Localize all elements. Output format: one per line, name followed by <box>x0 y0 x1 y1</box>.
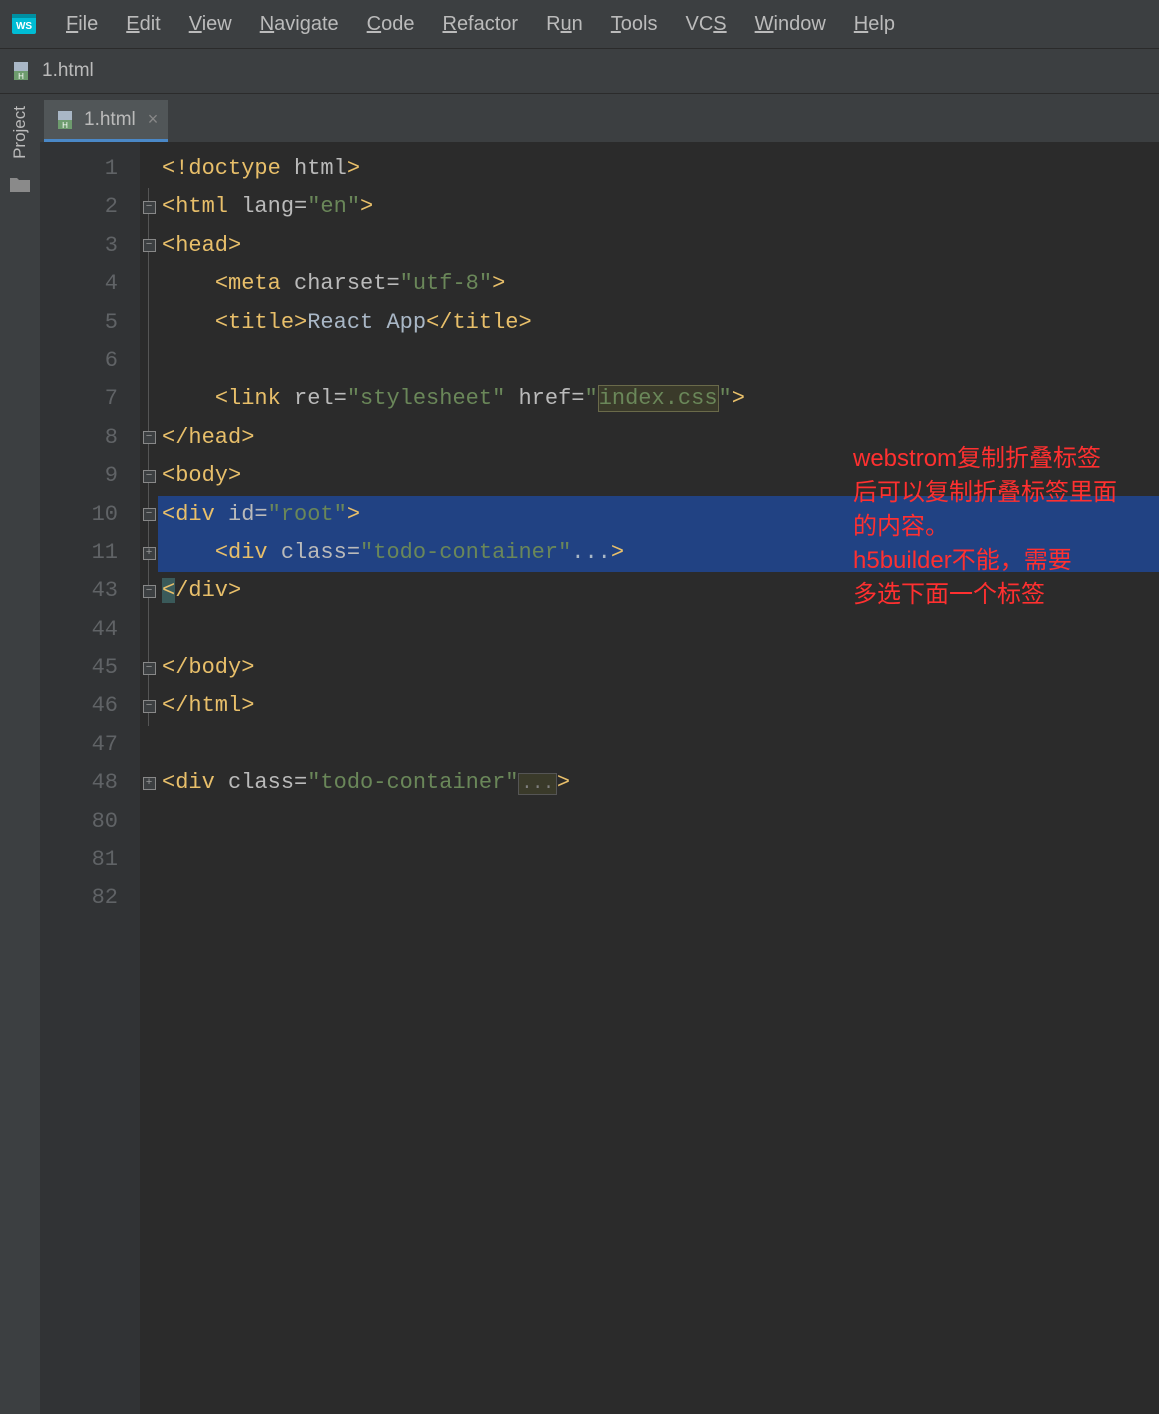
menu-tools[interactable]: Tools <box>597 0 672 48</box>
html-file-icon: H <box>10 59 34 83</box>
fold-marker-collapsed[interactable]: + <box>143 777 156 790</box>
fold-marker[interactable]: − <box>143 201 156 214</box>
menu-edit[interactable]: Edit <box>112 0 174 48</box>
fold-marker[interactable]: − <box>143 585 156 598</box>
fold-column: − − − − − + − − − + <box>140 142 158 1414</box>
tab-1-html[interactable]: H 1.html × <box>44 100 168 142</box>
fold-marker[interactable]: − <box>143 239 156 252</box>
menu-refactor[interactable]: Refactor <box>428 0 532 48</box>
menu-help[interactable]: Help <box>840 0 909 48</box>
menu-window[interactable]: Window <box>741 0 840 48</box>
svg-text:H: H <box>62 121 68 130</box>
editor-area: H 1.html × 1 2 3 4 5 6 7 8 9 10 11 43 4 <box>40 94 1159 1414</box>
menubar: WS File Edit View Navigate Code Refactor… <box>0 0 1159 48</box>
svg-text:H: H <box>18 72 24 81</box>
gutter: 1 2 3 4 5 6 7 8 9 10 11 43 44 45 46 47 4… <box>40 142 140 1414</box>
breadcrumb: H 1.html <box>0 48 1159 94</box>
fold-ellipsis[interactable]: ... <box>518 773 556 795</box>
svg-text:WS: WS <box>16 21 32 32</box>
html-file-icon: H <box>54 108 78 132</box>
selected-line: <div class="todo-container"...> <box>158 534 1159 572</box>
fold-marker-collapsed[interactable]: + <box>143 547 156 560</box>
menu-code[interactable]: Code <box>353 0 429 48</box>
breadcrumb-file[interactable]: 1.html <box>42 60 94 82</box>
fold-marker[interactable]: − <box>143 470 156 483</box>
code-content[interactable]: <!doctype html> <html lang="en"> <head> … <box>158 142 1159 1414</box>
fold-marker[interactable]: − <box>143 508 156 521</box>
menu-view[interactable]: View <box>175 0 246 48</box>
fold-marker[interactable]: − <box>143 700 156 713</box>
tab-close-icon[interactable]: × <box>148 109 159 130</box>
code-editor[interactable]: 1 2 3 4 5 6 7 8 9 10 11 43 44 45 46 47 4… <box>40 142 1159 1414</box>
menu-vcs[interactable]: VCS <box>672 0 741 48</box>
tabbar: H 1.html × <box>40 94 1159 142</box>
menu-navigate[interactable]: Navigate <box>246 0 353 48</box>
menu-file[interactable]: File <box>52 0 112 48</box>
cursor: < <box>162 578 175 603</box>
app-icon: WS <box>8 8 40 40</box>
menu-run[interactable]: Run <box>532 0 597 48</box>
fold-marker[interactable]: − <box>143 431 156 444</box>
folder-icon[interactable] <box>9 175 31 193</box>
sidebar: Project <box>0 94 40 1414</box>
fold-marker[interactable]: − <box>143 662 156 675</box>
selected-line: <div id="root"> <box>158 496 1159 534</box>
sidebar-project[interactable]: Project <box>10 106 30 159</box>
tab-label: 1.html <box>84 109 136 131</box>
